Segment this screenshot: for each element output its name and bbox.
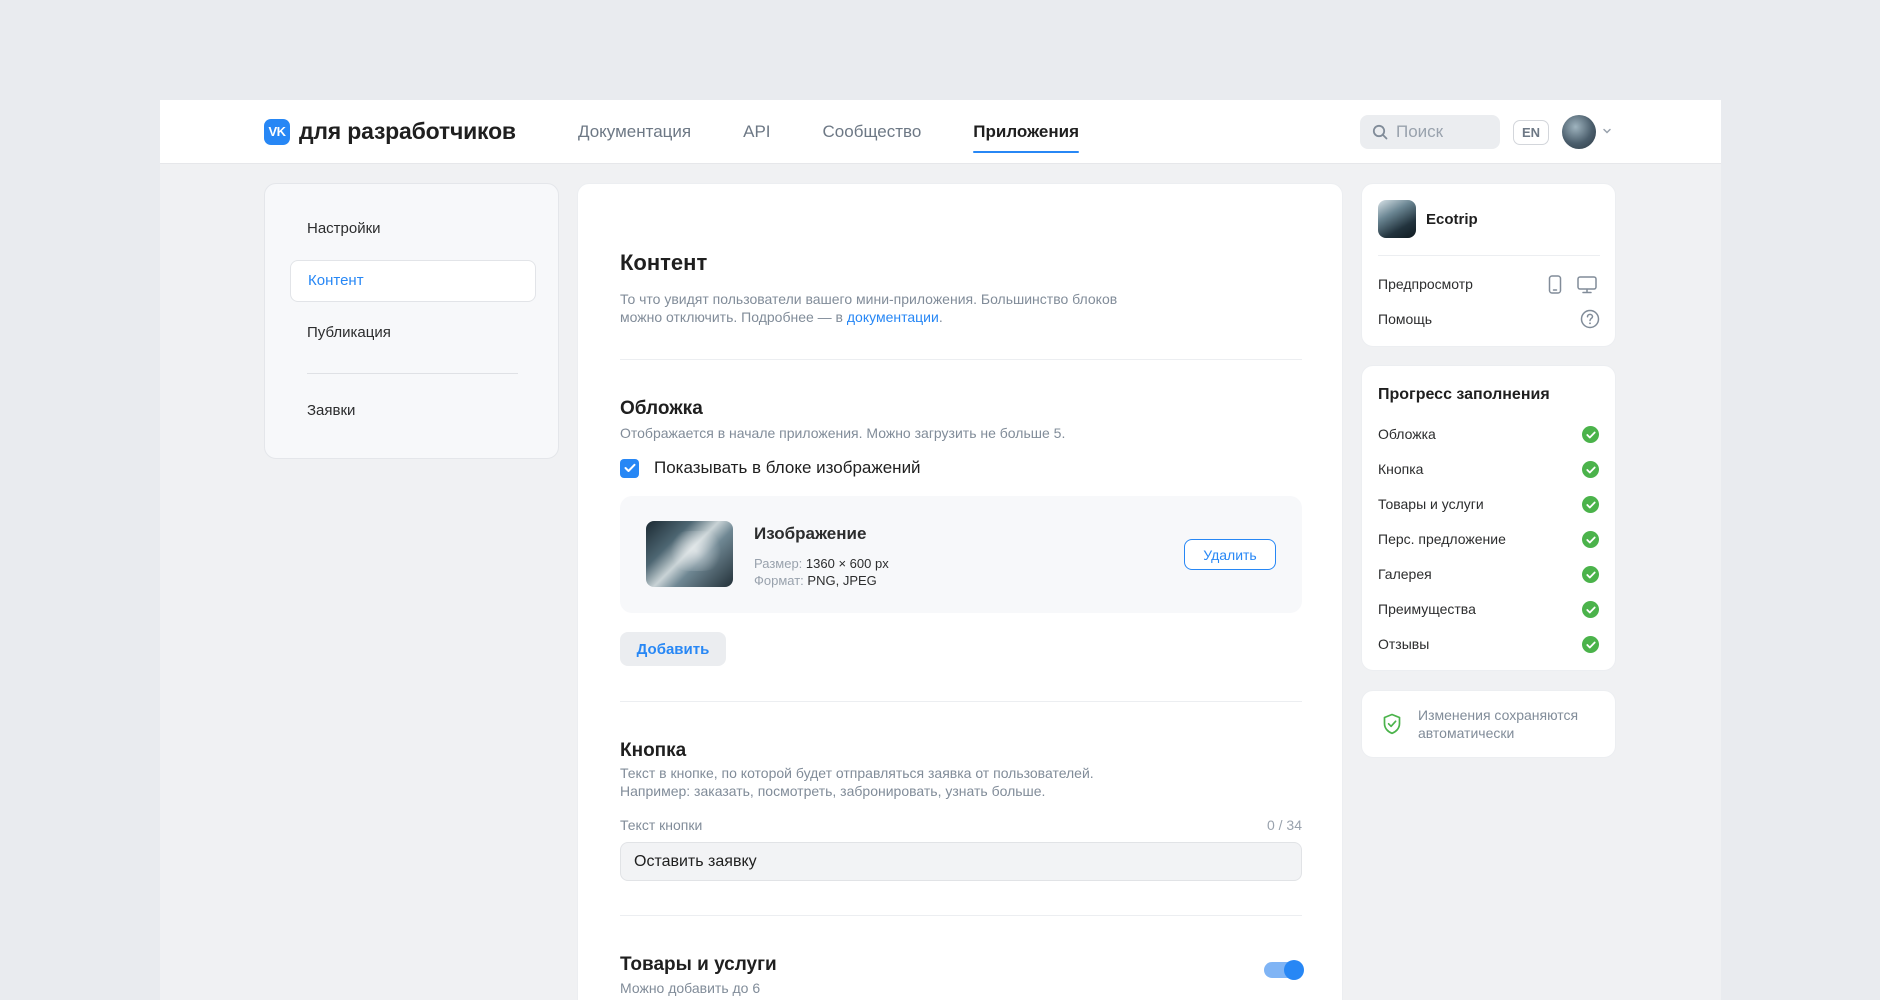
button-text-label: Текст кнопки <box>620 817 703 833</box>
divider <box>620 359 1302 360</box>
preview-label: Предпросмотр <box>1378 276 1473 292</box>
user-avatar[interactable] <box>1562 115 1596 149</box>
check-circle-icon <box>1582 636 1599 653</box>
add-image-button[interactable]: Добавить <box>620 632 726 666</box>
autosave-card: Изменения сохраняются автоматически <box>1361 690 1616 758</box>
cover-hint: Отображается в начале приложения. Можно … <box>620 425 1066 441</box>
image-item: Изображение Размер: 1360 × 600 px Формат… <box>620 496 1302 613</box>
progress-item: Отзывы <box>1378 636 1430 652</box>
language-switch[interactable]: EN <box>1513 120 1549 145</box>
divider <box>1378 255 1600 256</box>
check-circle-icon <box>1582 566 1599 583</box>
sidebar-item-content[interactable]: Контент <box>290 260 536 302</box>
goods-section-hint: Можно добавить до 6 <box>620 980 761 996</box>
progress-item: Преимущества <box>1378 601 1476 617</box>
sidebar-item-publication[interactable]: Публикация <box>290 312 536 354</box>
progress-item: Галерея <box>1378 566 1432 582</box>
desktop-preview-icon[interactable] <box>1577 276 1597 294</box>
goods-toggle[interactable] <box>1264 960 1304 980</box>
progress-item: Товары и услуги <box>1378 496 1484 512</box>
check-circle-icon <box>1582 601 1599 618</box>
checkbox[interactable] <box>620 458 639 478</box>
button-section-hint: Текст в кнопке, по которой будет отправл… <box>620 765 1094 799</box>
checkmark-icon <box>624 463 635 472</box>
docs-link[interactable]: документации <box>847 309 939 325</box>
check-circle-icon <box>1582 496 1599 513</box>
show-in-images-checkbox[interactable]: Показывать в блоке изображений <box>620 458 921 478</box>
button-section-title: Кнопка <box>620 740 687 761</box>
logo[interactable]: VK для разработчиков <box>264 118 516 145</box>
sidebar: Настройки Контент Публикация Заявки <box>264 183 559 459</box>
progress-title: Прогресс заполнения <box>1378 386 1550 403</box>
app-avatar <box>1378 200 1416 238</box>
image-size: Размер: 1360 × 600 px <box>754 556 889 571</box>
top-bar: VK для разработчиков Документация API Со… <box>160 100 1721 164</box>
check-circle-icon <box>1582 531 1599 548</box>
search-input[interactable] <box>1396 122 1486 142</box>
image-format: Формат: PNG, JPEG <box>754 573 877 588</box>
page-title: Контент <box>620 250 708 275</box>
progress-item: Перс. предложение <box>1378 531 1506 547</box>
image-thumbnail[interactable] <box>646 521 733 587</box>
divider <box>620 701 1302 702</box>
app-window: VK для разработчиков Документация API Со… <box>160 100 1721 1000</box>
check-circle-icon <box>1582 426 1599 443</box>
progress-item: Обложка <box>1378 426 1436 442</box>
app-name: Ecotrip <box>1426 211 1478 228</box>
logo-text: для разработчиков <box>299 118 516 144</box>
sidebar-item-requests[interactable]: Заявки <box>290 390 536 432</box>
char-counter: 0 / 34 <box>1266 817 1302 833</box>
content-card: Контент То что увидят пользователи вашег… <box>577 183 1343 1000</box>
checkbox-label: Показывать в блоке изображений <box>654 458 921 477</box>
nav-item-community[interactable]: Сообщество <box>823 100 922 164</box>
nav-item-api[interactable]: API <box>743 100 770 164</box>
delete-image-button[interactable]: Удалить <box>1184 539 1276 570</box>
mobile-preview-icon[interactable] <box>1548 275 1562 294</box>
check-circle-icon <box>1582 461 1599 478</box>
sidebar-divider <box>307 373 518 374</box>
main-nav: Документация API Сообщество Приложения <box>578 100 1079 164</box>
progress-item: Кнопка <box>1378 461 1424 477</box>
image-title: Изображение <box>754 524 867 543</box>
autosave-text: Изменения сохраняются автоматически <box>1418 707 1579 741</box>
cover-title: Обложка <box>620 398 703 419</box>
vk-logo-icon: VK <box>264 118 290 145</box>
page-description: То что увидят пользователи вашего мини-п… <box>620 291 1118 325</box>
button-text-input[interactable] <box>620 842 1302 881</box>
help-icon[interactable] <box>1580 309 1600 329</box>
nav-item-apps[interactable]: Приложения <box>973 100 1079 164</box>
divider <box>620 915 1302 916</box>
search-icon <box>1372 124 1388 140</box>
goods-section-title: Товары и услуги <box>620 954 777 975</box>
search-box[interactable] <box>1360 115 1500 149</box>
app-card: Ecotrip Предпросмотр Помощь <box>1361 183 1616 347</box>
shield-check-icon <box>1383 713 1401 735</box>
nav-item-docs[interactable]: Документация <box>578 100 691 164</box>
help-label: Помощь <box>1378 311 1433 327</box>
progress-card: Прогресс заполнения Обложка Кнопка Товар… <box>1361 365 1616 671</box>
chevron-down-icon[interactable] <box>1602 126 1612 136</box>
sidebar-item-settings[interactable]: Настройки <box>290 208 536 250</box>
